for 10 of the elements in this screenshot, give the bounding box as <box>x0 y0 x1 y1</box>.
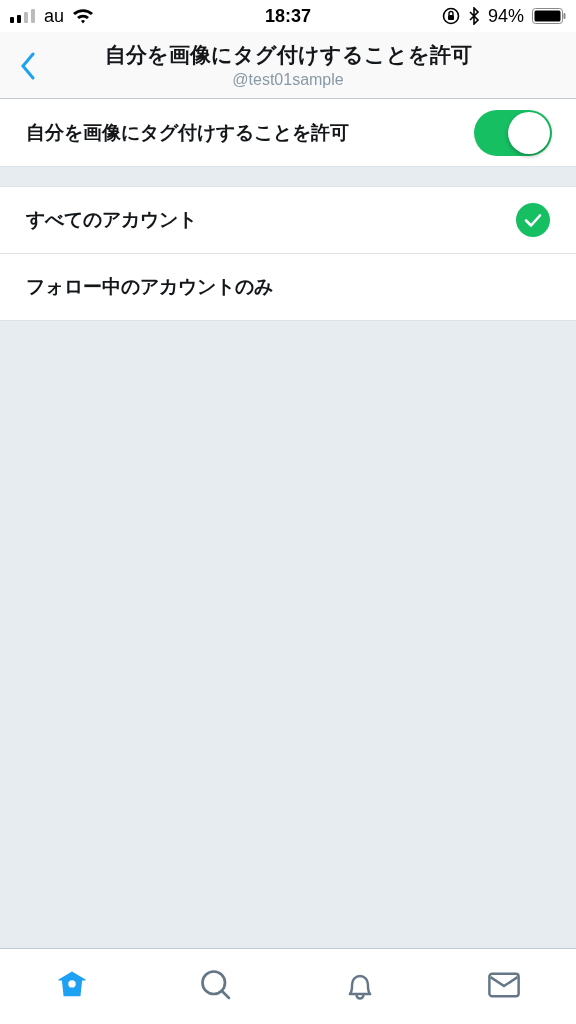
page-title: 自分を画像にタグ付けすることを許可 <box>104 42 472 69</box>
status-time: 18:37 <box>265 5 312 27</box>
battery-percent: 94% <box>488 5 524 27</box>
account-handle: @test01sample <box>232 71 344 89</box>
setting-label: 自分を画像にタグ付けすることを許可 <box>26 119 350 145</box>
option-label: すべてのアカウント <box>26 207 198 232</box>
option-row[interactable]: すべてのアカウント <box>0 187 576 254</box>
option-label: フォロー中のアカウントのみ <box>26 274 274 299</box>
carrier-name: au <box>44 5 65 27</box>
option-row[interactable]: フォロー中のアカウントのみ <box>0 254 576 321</box>
